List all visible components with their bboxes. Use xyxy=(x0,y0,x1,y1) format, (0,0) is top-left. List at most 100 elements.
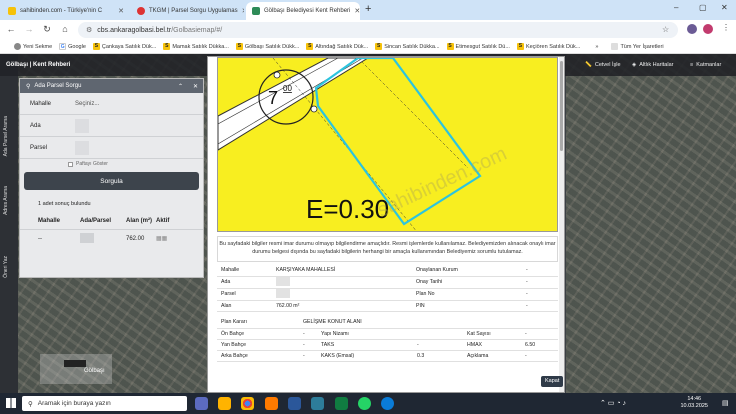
info-cell: Plan No xyxy=(412,288,522,301)
task-view-icon[interactable] xyxy=(195,397,208,410)
satellite-map-right[interactable] xyxy=(566,54,736,393)
parsel-input[interactable] xyxy=(75,140,89,155)
modal-scrollbar[interactable] xyxy=(559,57,564,392)
mahalle-select[interactable]: Seçiniz... xyxy=(75,101,99,107)
close-window-button[interactable]: ✕ xyxy=(721,3,728,12)
mini-map[interactable]: Gölbaşı xyxy=(40,354,112,384)
info-cell: - xyxy=(299,350,317,362)
minimize-button[interactable]: – xyxy=(674,3,678,12)
info-cell: Parsel xyxy=(217,288,272,301)
row-mahalle: -- xyxy=(38,235,42,242)
chrome-icon[interactable] xyxy=(241,397,254,410)
edge-icon[interactable] xyxy=(381,397,394,410)
close-tab-icon[interactable]: ✕ xyxy=(118,7,124,15)
bookmark-star-icon[interactable]: ☆ xyxy=(662,25,669,34)
table-row: Yan Bahçe - TAKS - HMAX 6.50 xyxy=(217,339,558,351)
sidebar-item-adres[interactable]: Adres Arama xyxy=(3,186,9,215)
info-cell: 6.50 xyxy=(521,339,558,351)
map-icon: ◈ xyxy=(632,62,637,68)
tray-icons[interactable]: ⌃ ▭ ◔ ♪ xyxy=(600,399,626,407)
collapse-icon[interactable]: ⌃ xyxy=(178,83,183,90)
map-application: Gölbaşı | Kent Rehberi 📏 Cetvel İşle ◈ Alt… xyxy=(0,54,736,393)
kapat-button[interactable]: Kapat xyxy=(541,376,564,387)
bookmark-item[interactable]: S Gölbaşı Satılık Dükk... xyxy=(235,43,299,50)
bookmark-label: Sincan Satılık Dükka... xyxy=(384,43,440,50)
close-tab-icon[interactable]: ✕ xyxy=(242,7,244,15)
avatar[interactable] xyxy=(703,24,713,34)
forward-arrow-icon[interactable]: → xyxy=(22,24,36,34)
url-host: cbs.ankaragolbasi.bel.tr xyxy=(97,26,172,34)
menu-dots-icon[interactable]: ⋮ xyxy=(722,23,730,32)
plan-sup: 00 xyxy=(283,84,292,93)
basemaps-button[interactable]: ◈ Altlık Haritalar xyxy=(632,62,673,68)
info-cell: - xyxy=(522,288,558,301)
table-row: Parsel Plan No - xyxy=(217,288,558,301)
bookmark-item[interactable]: S Keçiören Satılık Dük... xyxy=(516,43,580,50)
scroll-thumb[interactable] xyxy=(560,61,563,151)
table-row[interactable]: -- 762.00 ▦▦ xyxy=(20,229,203,247)
bookmark-label: Altındağ Satılık Dük... xyxy=(315,43,369,50)
location-pin-icon xyxy=(137,7,145,15)
ada-parsel-panel: ⚲ Ada Parsel Sorgu ⌃ ✕ Mahalle Seçiniz...… xyxy=(19,78,204,278)
ruler-tool-button[interactable]: 📏 Cetvel İşle xyxy=(585,62,621,68)
url-field[interactable]: ⚙ cbs.ankaragolbasi.bel.tr/Golbasiemap/#… xyxy=(78,22,678,38)
bookmark-item[interactable]: S Sincan Satılık Dükka... xyxy=(375,43,440,50)
info-cell: PIN xyxy=(412,300,522,312)
row-actions-icon[interactable]: ▦▦ xyxy=(156,235,167,242)
bookmark-item[interactable]: S Altındağ Satılık Dük... xyxy=(306,43,368,50)
tab-title: sahibinden.com - Türkiye'nin C xyxy=(20,8,103,14)
word-icon[interactable] xyxy=(288,397,301,410)
site-info-icon[interactable]: ⚙ xyxy=(86,26,92,34)
bookmark-item[interactable]: S Etimesgut Satılık Dü... xyxy=(446,43,510,50)
windows-start-icon[interactable] xyxy=(6,398,16,408)
tool-label: Altlık Haritalar xyxy=(639,62,674,68)
watermark: sahibinden.com xyxy=(374,143,510,222)
bookmark-item[interactable]: S Çankaya Satılık Dük... xyxy=(92,43,156,50)
layers-button[interactable]: ≡ Katmanlar xyxy=(690,62,721,68)
maximize-button[interactable]: ▢ xyxy=(699,3,707,12)
back-arrow-icon[interactable]: ← xyxy=(4,24,18,34)
search-icon: ⚲ xyxy=(28,400,33,408)
ada-input[interactable] xyxy=(75,118,89,133)
bookmark-google[interactable]: G Google xyxy=(59,43,86,50)
more-bookmarks-icon[interactable]: » xyxy=(595,44,598,50)
vlc-icon[interactable] xyxy=(265,397,278,410)
excel-icon[interactable] xyxy=(335,397,348,410)
col-mahalle: Mahalle xyxy=(38,218,61,224)
pafta-checkbox[interactable] xyxy=(68,161,73,167)
all-bookmarks-button[interactable]: Tüm Yer İşaretleri xyxy=(611,43,664,50)
whatsapp-icon[interactable] xyxy=(358,397,371,410)
bookmark-label: Etimesgut Satılık Dü... xyxy=(455,43,510,50)
home-icon[interactable]: ⌂ xyxy=(58,24,72,34)
imar-plan-image: 7 00 E=0.30 sahibinden.com xyxy=(217,57,558,232)
info-cell: - xyxy=(413,339,463,351)
tab-sahibinden[interactable]: sahibinden.com - Türkiye'nin C ✕ xyxy=(2,2,130,20)
bookmark-label: Tüm Yer İşaretleri xyxy=(620,43,664,50)
google-icon: G xyxy=(59,43,67,50)
sorgula-button[interactable]: Sorgula xyxy=(24,172,199,190)
close-icon[interactable]: ✕ xyxy=(193,83,198,90)
panel-header: ⚲ Ada Parsel Sorgu ⌃ ✕ xyxy=(20,79,203,93)
sidebar-item-oneri[interactable]: Öneri Yaz xyxy=(3,256,9,278)
plan-karari-value: GELİŞME KONUT ALANI xyxy=(299,317,558,329)
taskbar-search[interactable]: ⚲ Aramak için buraya yazın xyxy=(22,396,187,411)
bookmark-yeni-sekme[interactable]: Yeni Sekme xyxy=(14,43,52,50)
sidebar-item-ada-parsel[interactable]: Ada Parsel Arama xyxy=(3,116,9,156)
bookmark-item[interactable]: S Mamak Satılık Dükka... xyxy=(163,43,229,50)
info-cell: - xyxy=(521,328,558,340)
tab-tkgm[interactable]: TKGM | Parsel Sorgu Uygulamas ✕ xyxy=(131,2,244,20)
notification-icon[interactable]: ▤ xyxy=(722,399,729,407)
tab-title: Gölbaşı Belediyesi Kent Rehberi xyxy=(264,8,351,14)
info-cell: HMAX xyxy=(463,339,521,351)
info-cell: KARŞIYAKA MAHALLESİ xyxy=(272,265,412,277)
reload-icon[interactable]: ↻ xyxy=(40,24,54,35)
file-explorer-icon[interactable] xyxy=(218,397,231,410)
tab-golbasi[interactable]: Gölbaşı Belediyesi Kent Rehberi ✕ xyxy=(246,2,360,20)
clock[interactable]: 14:46 10.03.2025 xyxy=(680,396,708,410)
app-icon[interactable] xyxy=(311,397,324,410)
tool-label: Katmanlar xyxy=(696,62,722,68)
result-table-header: Mahalle Ada/Parsel Alan (m²) Aktif xyxy=(20,213,203,229)
close-tab-icon[interactable]: ✕ xyxy=(354,7,360,15)
extension-icon[interactable] xyxy=(687,24,697,34)
new-tab-button[interactable]: + xyxy=(365,3,371,15)
